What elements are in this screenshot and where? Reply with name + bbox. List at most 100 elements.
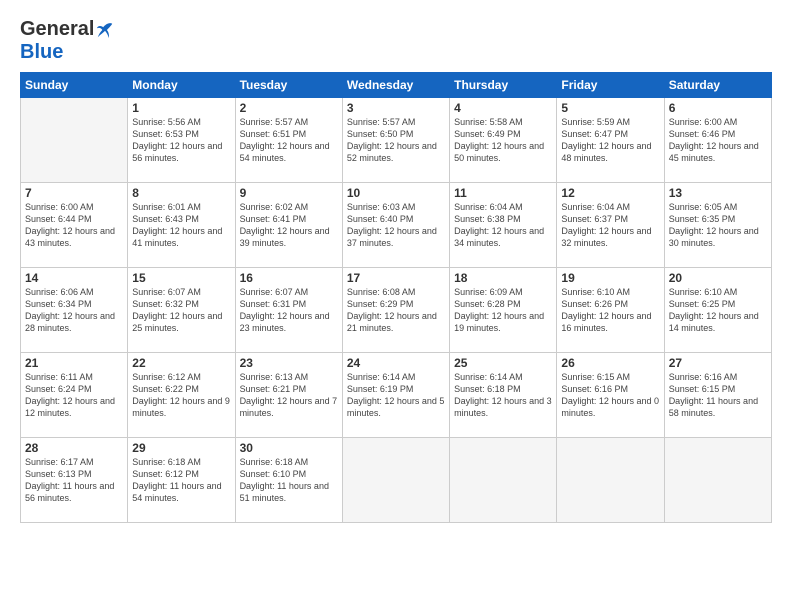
day-info: Sunrise: 5:56 AMSunset: 6:53 PMDaylight:… bbox=[132, 116, 230, 165]
page: GeneralBlue SundayMondayTuesdayWednesday… bbox=[0, 0, 792, 612]
calendar-day-cell: 27Sunrise: 6:16 AMSunset: 6:15 PMDayligh… bbox=[664, 353, 771, 438]
calendar-day-cell: 19Sunrise: 6:10 AMSunset: 6:26 PMDayligh… bbox=[557, 268, 664, 353]
day-info: Sunrise: 6:14 AMSunset: 6:18 PMDaylight:… bbox=[454, 371, 552, 420]
calendar-day-cell: 9Sunrise: 6:02 AMSunset: 6:41 PMDaylight… bbox=[235, 183, 342, 268]
calendar-day-cell: 13Sunrise: 6:05 AMSunset: 6:35 PMDayligh… bbox=[664, 183, 771, 268]
day-number: 26 bbox=[561, 356, 659, 370]
calendar-day-cell: 2Sunrise: 5:57 AMSunset: 6:51 PMDaylight… bbox=[235, 98, 342, 183]
day-info: Sunrise: 6:18 AMSunset: 6:10 PMDaylight:… bbox=[240, 456, 338, 505]
day-number: 14 bbox=[25, 271, 123, 285]
calendar-day-cell: 20Sunrise: 6:10 AMSunset: 6:25 PMDayligh… bbox=[664, 268, 771, 353]
day-number: 17 bbox=[347, 271, 445, 285]
day-info: Sunrise: 5:57 AMSunset: 6:50 PMDaylight:… bbox=[347, 116, 445, 165]
day-number: 2 bbox=[240, 101, 338, 115]
calendar-day-cell: 15Sunrise: 6:07 AMSunset: 6:32 PMDayligh… bbox=[128, 268, 235, 353]
day-info: Sunrise: 5:58 AMSunset: 6:49 PMDaylight:… bbox=[454, 116, 552, 165]
calendar-day-cell: 3Sunrise: 5:57 AMSunset: 6:50 PMDaylight… bbox=[342, 98, 449, 183]
calendar-day-cell: 18Sunrise: 6:09 AMSunset: 6:28 PMDayligh… bbox=[450, 268, 557, 353]
calendar-week-row: 28Sunrise: 6:17 AMSunset: 6:13 PMDayligh… bbox=[21, 438, 772, 523]
day-info: Sunrise: 6:07 AMSunset: 6:32 PMDaylight:… bbox=[132, 286, 230, 335]
day-number: 7 bbox=[25, 186, 123, 200]
day-info: Sunrise: 6:18 AMSunset: 6:12 PMDaylight:… bbox=[132, 456, 230, 505]
day-info: Sunrise: 6:03 AMSunset: 6:40 PMDaylight:… bbox=[347, 201, 445, 250]
day-info: Sunrise: 6:01 AMSunset: 6:43 PMDaylight:… bbox=[132, 201, 230, 250]
day-number: 8 bbox=[132, 186, 230, 200]
weekday-header: Sunday bbox=[21, 73, 128, 98]
calendar-day-cell: 26Sunrise: 6:15 AMSunset: 6:16 PMDayligh… bbox=[557, 353, 664, 438]
day-info: Sunrise: 6:14 AMSunset: 6:19 PMDaylight:… bbox=[347, 371, 445, 420]
calendar-day-cell: 25Sunrise: 6:14 AMSunset: 6:18 PMDayligh… bbox=[450, 353, 557, 438]
day-info: Sunrise: 5:59 AMSunset: 6:47 PMDaylight:… bbox=[561, 116, 659, 165]
day-number: 19 bbox=[561, 271, 659, 285]
calendar-day-cell bbox=[21, 98, 128, 183]
weekday-header: Monday bbox=[128, 73, 235, 98]
day-number: 21 bbox=[25, 356, 123, 370]
day-number: 28 bbox=[25, 441, 123, 455]
logo-line2: Blue bbox=[20, 41, 63, 64]
day-info: Sunrise: 6:09 AMSunset: 6:28 PMDaylight:… bbox=[454, 286, 552, 335]
day-info: Sunrise: 6:04 AMSunset: 6:38 PMDaylight:… bbox=[454, 201, 552, 250]
day-number: 22 bbox=[132, 356, 230, 370]
day-info: Sunrise: 6:08 AMSunset: 6:29 PMDaylight:… bbox=[347, 286, 445, 335]
calendar-day-cell: 11Sunrise: 6:04 AMSunset: 6:38 PMDayligh… bbox=[450, 183, 557, 268]
day-number: 10 bbox=[347, 186, 445, 200]
day-number: 29 bbox=[132, 441, 230, 455]
day-info: Sunrise: 6:10 AMSunset: 6:26 PMDaylight:… bbox=[561, 286, 659, 335]
calendar-week-row: 7Sunrise: 6:00 AMSunset: 6:44 PMDaylight… bbox=[21, 183, 772, 268]
weekday-header: Thursday bbox=[450, 73, 557, 98]
day-number: 23 bbox=[240, 356, 338, 370]
calendar-day-cell: 16Sunrise: 6:07 AMSunset: 6:31 PMDayligh… bbox=[235, 268, 342, 353]
calendar-day-cell: 7Sunrise: 6:00 AMSunset: 6:44 PMDaylight… bbox=[21, 183, 128, 268]
day-number: 20 bbox=[669, 271, 767, 285]
day-info: Sunrise: 6:17 AMSunset: 6:13 PMDaylight:… bbox=[25, 456, 123, 505]
day-info: Sunrise: 6:02 AMSunset: 6:41 PMDaylight:… bbox=[240, 201, 338, 250]
day-info: Sunrise: 6:16 AMSunset: 6:15 PMDaylight:… bbox=[669, 371, 767, 420]
day-info: Sunrise: 6:15 AMSunset: 6:16 PMDaylight:… bbox=[561, 371, 659, 420]
day-number: 25 bbox=[454, 356, 552, 370]
calendar-day-cell: 14Sunrise: 6:06 AMSunset: 6:34 PMDayligh… bbox=[21, 268, 128, 353]
calendar-day-cell bbox=[342, 438, 449, 523]
day-info: Sunrise: 6:11 AMSunset: 6:24 PMDaylight:… bbox=[25, 371, 123, 420]
calendar-day-cell bbox=[450, 438, 557, 523]
calendar-day-cell bbox=[557, 438, 664, 523]
day-info: Sunrise: 6:00 AMSunset: 6:46 PMDaylight:… bbox=[669, 116, 767, 165]
calendar-day-cell: 28Sunrise: 6:17 AMSunset: 6:13 PMDayligh… bbox=[21, 438, 128, 523]
weekday-header: Tuesday bbox=[235, 73, 342, 98]
logo: GeneralBlue bbox=[20, 18, 114, 64]
day-info: Sunrise: 6:10 AMSunset: 6:25 PMDaylight:… bbox=[669, 286, 767, 335]
day-number: 1 bbox=[132, 101, 230, 115]
calendar-header-row: SundayMondayTuesdayWednesdayThursdayFrid… bbox=[21, 73, 772, 98]
day-number: 15 bbox=[132, 271, 230, 285]
day-info: Sunrise: 6:00 AMSunset: 6:44 PMDaylight:… bbox=[25, 201, 123, 250]
day-info: Sunrise: 6:04 AMSunset: 6:37 PMDaylight:… bbox=[561, 201, 659, 250]
day-number: 16 bbox=[240, 271, 338, 285]
day-info: Sunrise: 6:12 AMSunset: 6:22 PMDaylight:… bbox=[132, 371, 230, 420]
calendar-table: SundayMondayTuesdayWednesdayThursdayFrid… bbox=[20, 72, 772, 523]
calendar-day-cell: 1Sunrise: 5:56 AMSunset: 6:53 PMDaylight… bbox=[128, 98, 235, 183]
calendar-day-cell: 21Sunrise: 6:11 AMSunset: 6:24 PMDayligh… bbox=[21, 353, 128, 438]
header: GeneralBlue bbox=[20, 18, 772, 64]
calendar-day-cell: 24Sunrise: 6:14 AMSunset: 6:19 PMDayligh… bbox=[342, 353, 449, 438]
day-info: Sunrise: 6:07 AMSunset: 6:31 PMDaylight:… bbox=[240, 286, 338, 335]
calendar-day-cell: 5Sunrise: 5:59 AMSunset: 6:47 PMDaylight… bbox=[557, 98, 664, 183]
day-number: 9 bbox=[240, 186, 338, 200]
day-number: 18 bbox=[454, 271, 552, 285]
weekday-header: Wednesday bbox=[342, 73, 449, 98]
day-number: 11 bbox=[454, 186, 552, 200]
calendar-day-cell: 4Sunrise: 5:58 AMSunset: 6:49 PMDaylight… bbox=[450, 98, 557, 183]
weekday-header: Friday bbox=[557, 73, 664, 98]
day-number: 27 bbox=[669, 356, 767, 370]
logo-line1: General bbox=[20, 18, 114, 41]
calendar-day-cell: 6Sunrise: 6:00 AMSunset: 6:46 PMDaylight… bbox=[664, 98, 771, 183]
calendar-day-cell bbox=[664, 438, 771, 523]
day-number: 5 bbox=[561, 101, 659, 115]
calendar-day-cell: 17Sunrise: 6:08 AMSunset: 6:29 PMDayligh… bbox=[342, 268, 449, 353]
calendar-day-cell: 10Sunrise: 6:03 AMSunset: 6:40 PMDayligh… bbox=[342, 183, 449, 268]
day-number: 6 bbox=[669, 101, 767, 115]
day-info: Sunrise: 5:57 AMSunset: 6:51 PMDaylight:… bbox=[240, 116, 338, 165]
calendar-day-cell: 12Sunrise: 6:04 AMSunset: 6:37 PMDayligh… bbox=[557, 183, 664, 268]
calendar-day-cell: 23Sunrise: 6:13 AMSunset: 6:21 PMDayligh… bbox=[235, 353, 342, 438]
day-number: 13 bbox=[669, 186, 767, 200]
day-info: Sunrise: 6:13 AMSunset: 6:21 PMDaylight:… bbox=[240, 371, 338, 420]
calendar-day-cell: 29Sunrise: 6:18 AMSunset: 6:12 PMDayligh… bbox=[128, 438, 235, 523]
